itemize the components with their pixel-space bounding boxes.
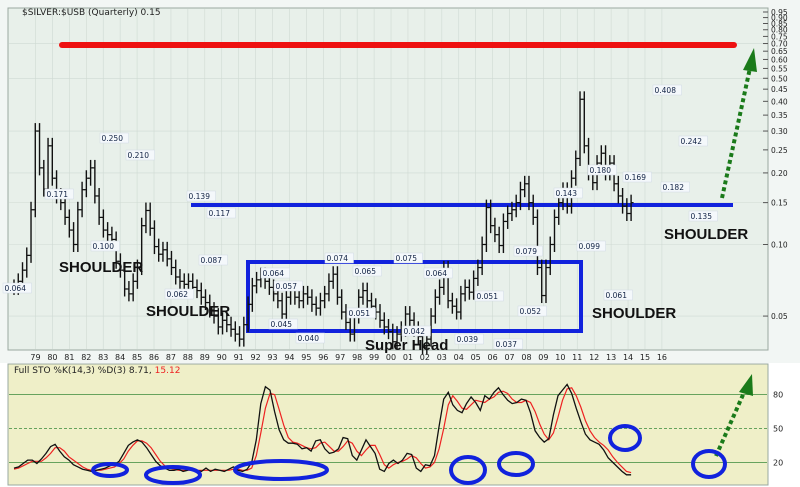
x-tick-label: 96 xyxy=(318,353,328,362)
price-label: 0.171 xyxy=(47,190,69,199)
x-tick-label: 11 xyxy=(572,353,582,362)
price-label: 0.408 xyxy=(655,86,677,95)
x-tick-label: 88 xyxy=(183,353,193,362)
x-tick-label: 13 xyxy=(606,353,616,362)
y-tick-label: 0.60 xyxy=(771,55,788,64)
x-tick-label: 94 xyxy=(284,353,294,362)
annotation-shoulder-2: SHOULDER xyxy=(146,303,230,320)
price-label: 0.242 xyxy=(681,137,703,146)
sto-title-value: 15.12 xyxy=(155,366,181,376)
x-tick-label: 10 xyxy=(555,353,565,362)
x-tick-label: 83 xyxy=(98,353,108,362)
price-label: 0.064 xyxy=(426,269,448,278)
x-tick-label: 06 xyxy=(488,353,498,362)
x-tick-label: 79 xyxy=(30,353,40,362)
price-panel xyxy=(7,7,769,351)
x-tick-label: 03 xyxy=(437,353,447,362)
price-label: 0.143 xyxy=(556,189,578,198)
x-tick-label: 09 xyxy=(538,353,548,362)
chart-canvas: 80 50 20 0.064 0.171 0.250 0.100 0.210 0.139 0.0… xyxy=(0,0,800,486)
price-label: 0.117 xyxy=(209,209,231,218)
price-label: 0.100 xyxy=(93,242,115,251)
x-tick-label: 87 xyxy=(166,353,176,362)
price-label: 0.051 xyxy=(477,292,499,301)
price-label: 0.062 xyxy=(167,290,189,299)
x-tick-label: 00 xyxy=(386,353,396,362)
price-label: 0.087 xyxy=(201,256,223,265)
price-label: 0.045 xyxy=(271,320,293,329)
x-tick-label: 08 xyxy=(521,353,531,362)
x-tick-label: 93 xyxy=(267,353,277,362)
sto-tick-label: 80 xyxy=(773,391,783,400)
x-tick-label: 90 xyxy=(217,353,227,362)
x-tick-label: 16 xyxy=(657,353,667,362)
sto-tick-label: 50 xyxy=(773,425,783,434)
y-tick-label: 0.10 xyxy=(771,240,788,249)
x-tick-label: 85 xyxy=(132,353,142,362)
y-tick-label: 0.55 xyxy=(771,64,788,73)
annotation-super-head: Super Head xyxy=(365,337,448,354)
y-tick-label: 0.20 xyxy=(771,169,788,178)
y-tick-label: 0.05 xyxy=(771,312,788,321)
price-label: 0.040 xyxy=(298,334,320,343)
x-tick-label: 02 xyxy=(420,353,430,362)
price-label: 0.051 xyxy=(349,309,371,318)
price-label: 0.169 xyxy=(625,173,647,182)
x-tick-label: 82 xyxy=(81,353,91,362)
x-tick-label: 07 xyxy=(504,353,514,362)
price-label: 0.099 xyxy=(579,242,601,251)
price-label: 0.135 xyxy=(691,212,713,221)
price-label: 0.064 xyxy=(263,269,285,278)
price-label: 0.065 xyxy=(355,267,377,276)
x-tick-label: 86 xyxy=(149,353,159,362)
x-tick-label: 80 xyxy=(47,353,57,362)
price-label: 0.064 xyxy=(5,284,27,293)
x-tick-label: 04 xyxy=(454,353,464,362)
price-label: 0.052 xyxy=(520,307,542,316)
price-label: 0.061 xyxy=(606,291,628,300)
y-tick-label: 0.45 xyxy=(771,85,788,94)
y-tick-label: 0.35 xyxy=(771,111,788,120)
price-label: 0.180 xyxy=(590,166,612,175)
price-label: 0.042 xyxy=(404,327,426,336)
x-tick-label: 95 xyxy=(301,353,311,362)
y-tick-label: 0.30 xyxy=(771,127,788,136)
price-label: 0.139 xyxy=(189,192,211,201)
price-label: 0.037 xyxy=(496,340,518,349)
price-label: 0.075 xyxy=(396,254,418,263)
x-tick-label: 05 xyxy=(471,353,481,362)
price-label: 0.039 xyxy=(457,335,479,344)
x-tick-label: 12 xyxy=(589,353,599,362)
price-label: 0.182 xyxy=(663,183,685,192)
y-tick-label: 0.40 xyxy=(771,97,788,106)
x-tick-label: 91 xyxy=(234,353,244,362)
sto-tick-label: 20 xyxy=(773,458,783,467)
price-chart-title: $SILVER:$USB (Quarterly) 0.15 xyxy=(22,8,161,18)
price-label: 0.079 xyxy=(516,247,538,256)
x-tick-label: 97 xyxy=(335,353,345,362)
x-tick-label: 92 xyxy=(250,353,260,362)
sto-chart-title: Full STO %K(14,3) %D(3) 8.71, 15.12 xyxy=(14,366,180,376)
price-label: 0.210 xyxy=(128,151,150,160)
annotation-shoulder-4: SHOULDER xyxy=(664,226,748,243)
x-tick-label: 89 xyxy=(200,353,210,362)
x-tick-label: 01 xyxy=(403,353,413,362)
y-tick-label: 0.50 xyxy=(771,74,788,83)
price-label: 0.074 xyxy=(327,254,349,263)
price-label: 0.057 xyxy=(276,282,298,291)
x-tick-label: 98 xyxy=(352,353,362,362)
x-tick-label: 81 xyxy=(64,353,74,362)
y-tick-label: 0.25 xyxy=(771,146,788,155)
price-label: 0.250 xyxy=(102,134,124,143)
x-tick-label: 15 xyxy=(640,353,650,362)
annotation-shoulder-1: SHOULDER xyxy=(59,259,143,276)
x-tick-label: 14 xyxy=(623,353,633,362)
x-tick-label: 84 xyxy=(115,353,125,362)
annotation-shoulder-3: SHOULDER xyxy=(592,305,676,322)
y-tick-label: 0.15 xyxy=(771,199,788,208)
x-tick-label: 99 xyxy=(369,353,379,362)
sto-title-main: Full STO %K(14,3) %D(3) 8.71, xyxy=(14,366,152,376)
